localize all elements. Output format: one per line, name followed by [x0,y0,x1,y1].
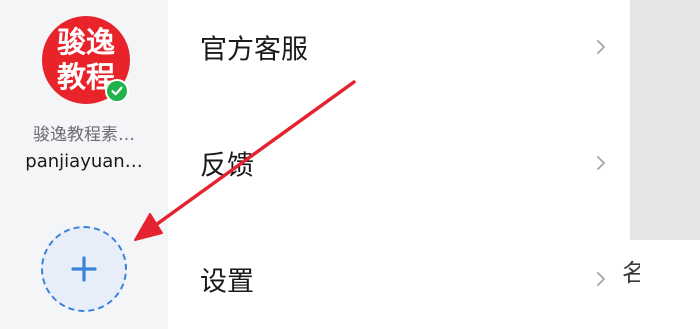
avatar-text-line-1: 骏逸 [56,25,115,59]
verified-check-icon [105,79,129,103]
account-id: panjiayuan… [25,151,143,172]
menu-item-label: 官方客服 [200,34,308,66]
menu-item-feedback[interactable]: 反馈 [168,128,630,198]
account-sidebar: 骏逸 教程 骏逸教程素… panjiayuan… [0,0,168,329]
background-page-text: 名 [622,259,640,287]
plus-icon [71,256,97,282]
menu-item-official-service[interactable]: 官方客服 [168,12,630,82]
background-page-strip [630,240,700,329]
menu-item-settings[interactable]: 设置 [168,244,630,314]
menu-item-label: 反馈 [200,150,254,182]
chevron-right-icon [597,40,605,54]
menu-panel: 官方客服 反馈 设置 [168,0,630,329]
chevron-right-icon [597,272,605,286]
menu-item-label: 设置 [200,266,254,298]
chevron-right-icon [597,156,605,170]
account-name: 骏逸教程素… [33,125,135,145]
add-account-button[interactable] [41,226,127,312]
